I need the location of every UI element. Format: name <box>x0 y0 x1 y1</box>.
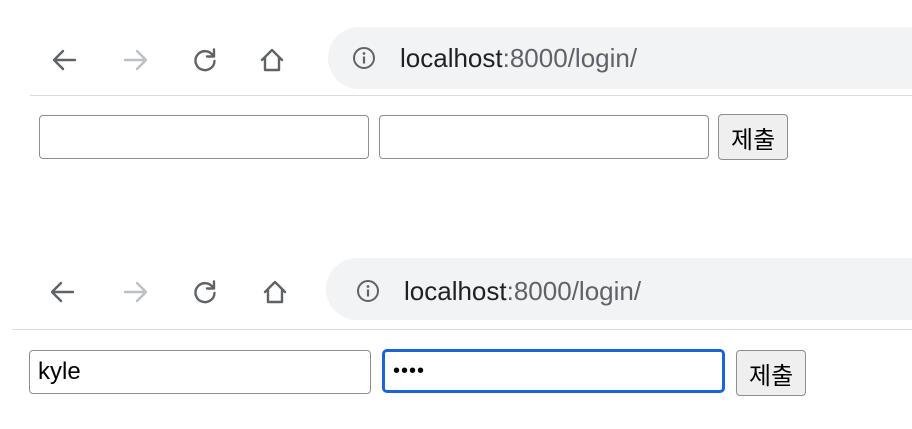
toolbar-divider <box>12 329 912 330</box>
back-arrow-icon[interactable] <box>46 40 82 80</box>
password-input[interactable] <box>382 349 725 393</box>
submit-button[interactable]: 제출 <box>718 114 789 160</box>
reload-icon[interactable] <box>187 272 223 312</box>
url-path: :8000/login/ <box>506 276 642 306</box>
back-arrow-icon[interactable] <box>44 272 80 312</box>
reload-icon[interactable] <box>187 40 223 80</box>
forward-arrow-icon[interactable] <box>118 272 154 312</box>
info-icon[interactable] <box>356 279 380 303</box>
info-icon[interactable] <box>352 46 376 70</box>
url-host: localhost <box>400 43 503 73</box>
url-path: :8000/login/ <box>502 43 638 73</box>
url-text: localhost:8000/login/ <box>400 42 637 74</box>
home-icon[interactable] <box>254 40 290 80</box>
password-input[interactable] <box>379 115 709 159</box>
url-host: localhost <box>404 276 507 306</box>
browser-toolbar: localhost:8000/login/ <box>0 258 912 328</box>
address-bar[interactable]: localhost:8000/login/ <box>326 258 912 320</box>
browser-toolbar: localhost:8000/login/ <box>0 27 912 97</box>
forward-arrow-icon[interactable] <box>118 40 154 80</box>
home-icon[interactable] <box>257 272 293 312</box>
username-input[interactable] <box>39 115 369 159</box>
username-input[interactable] <box>29 350 371 394</box>
url-text: localhost:8000/login/ <box>404 275 641 307</box>
screenshot-stage: localhost:8000/login/ 제출 localhost:8000/… <box>0 0 912 429</box>
toolbar-divider <box>30 95 912 96</box>
submit-button[interactable]: 제출 <box>736 350 807 396</box>
address-bar[interactable]: localhost:8000/login/ <box>328 27 912 89</box>
